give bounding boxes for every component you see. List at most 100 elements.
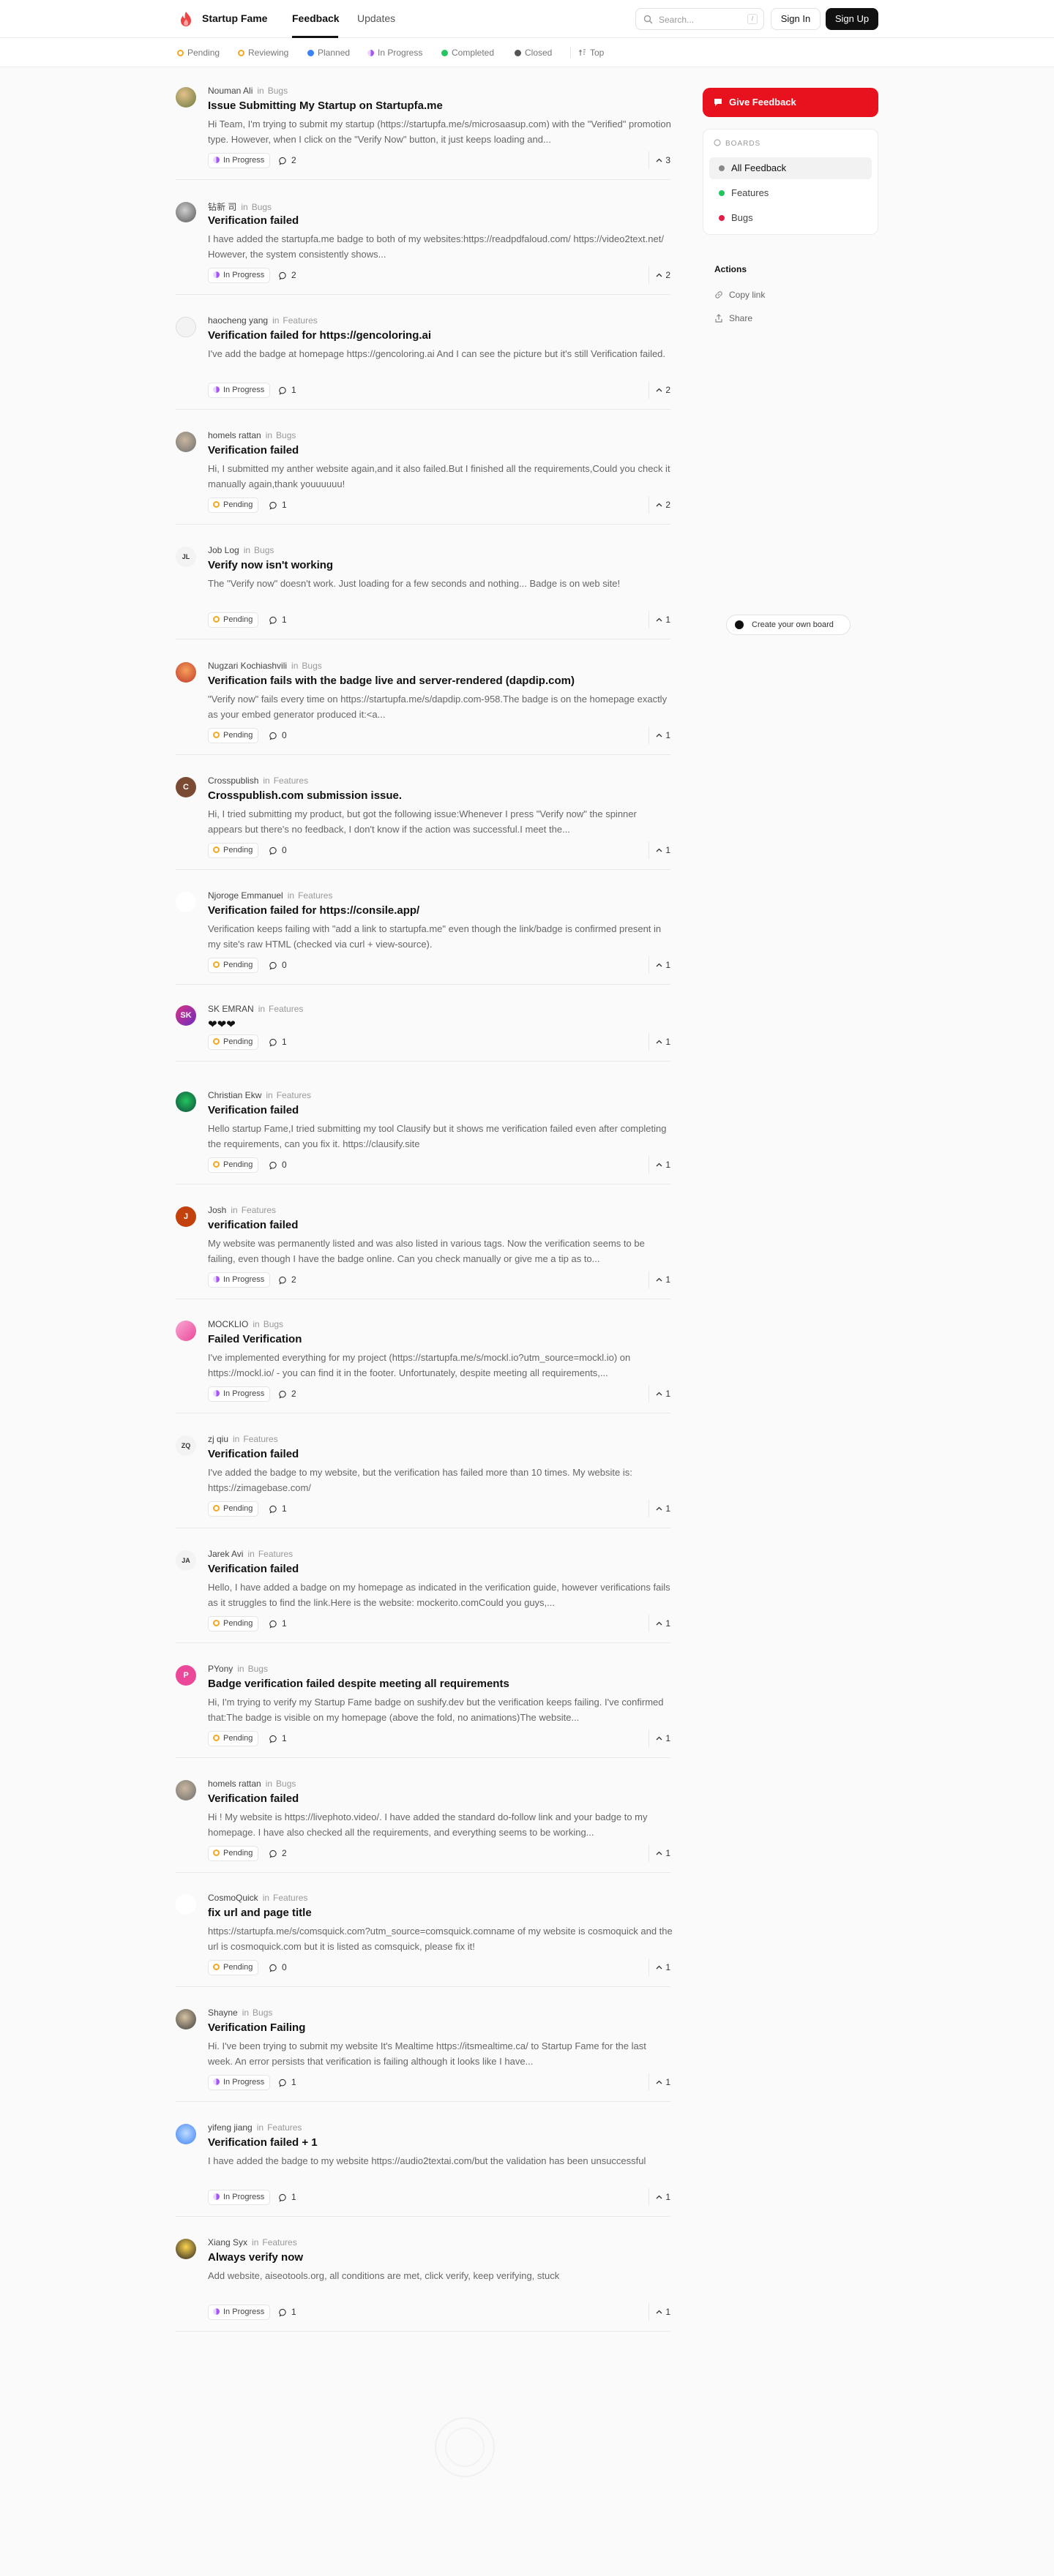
post-title[interactable]: Verification failed — [208, 1448, 299, 1460]
feedback-post[interactable]: C Crosspublish in Features Crosspublish.com … — [176, 776, 670, 870]
avatar[interactable] — [176, 892, 196, 912]
feedback-post[interactable]: Christian Ekw in Features Verification fail… — [176, 1090, 670, 1184]
avatar[interactable]: ZQ — [176, 1435, 196, 1456]
upvote-button[interactable]: 1 — [649, 956, 670, 974]
post-board[interactable]: Features — [273, 1893, 307, 1903]
sign-in-button[interactable]: Sign In — [771, 8, 821, 30]
post-board[interactable]: Bugs — [276, 430, 296, 440]
feedback-post[interactable]: 钻新 司 in Bugs Verification failed I have adde… — [176, 200, 670, 295]
board-features[interactable]: Features — [709, 182, 872, 204]
post-board[interactable]: Bugs — [248, 1664, 268, 1674]
upvote-button[interactable]: 1 — [649, 2073, 670, 2091]
comment-count[interactable]: 1 — [269, 1618, 287, 1629]
upvote-button[interactable]: 1 — [649, 1959, 670, 1976]
upvote-button[interactable]: 1 — [649, 1271, 670, 1288]
upvote-button[interactable]: 1 — [649, 2188, 670, 2206]
feedback-post[interactable]: Shayne in Bugs Verification Failing Hi. I've… — [176, 2008, 670, 2102]
comment-count[interactable]: 2 — [279, 1389, 296, 1399]
post-board[interactable]: Features — [262, 2237, 296, 2248]
comment-count[interactable]: 0 — [269, 730, 287, 740]
upvote-button[interactable]: 1 — [649, 1844, 670, 1862]
filter-pending[interactable]: Pending — [177, 48, 220, 58]
sort-top[interactable]: Top — [579, 48, 604, 58]
post-author[interactable]: Nugzari Kochiashvili — [208, 661, 287, 671]
post-title[interactable]: verification failed — [208, 1219, 298, 1231]
comment-count[interactable]: 1 — [279, 385, 296, 395]
feedback-post[interactable]: yifeng jiang in Features Verification faile… — [176, 2122, 670, 2217]
avatar[interactable]: JL — [176, 547, 196, 567]
feedback-post[interactable]: homels rattan in Bugs Verification failed Hi… — [176, 430, 670, 525]
nav-feedback-tab[interactable]: Feedback — [292, 12, 340, 24]
avatar[interactable] — [176, 202, 196, 222]
post-author[interactable]: Jarek Avi — [208, 1549, 243, 1559]
post-title[interactable]: Verification failed — [208, 444, 299, 457]
upvote-button[interactable]: 1 — [649, 1156, 670, 1174]
post-author[interactable]: homels rattan — [208, 430, 261, 440]
nav-updates-tab[interactable]: Updates — [357, 12, 395, 24]
feedback-post[interactable]: Nugzari Kochiashvili in Bugs Verification f… — [176, 661, 670, 755]
comment-count[interactable]: 1 — [269, 1503, 287, 1514]
post-title[interactable]: Verification failed — [208, 1563, 299, 1575]
post-author[interactable]: Xiang Syx — [208, 2237, 247, 2248]
post-title[interactable]: Verification failed — [208, 214, 299, 227]
post-author[interactable]: zj qiu — [208, 1434, 228, 1444]
feedback-post[interactable]: CosmoQuick in Features fix url and page tit… — [176, 1893, 673, 1987]
feedback-post[interactable]: J Josh in Features verification failed My web… — [176, 1205, 670, 1299]
sign-up-button[interactable]: Sign Up — [826, 8, 878, 30]
post-title[interactable]: Verification failed — [208, 1792, 299, 1805]
feedback-post[interactable]: ZQ zj qiu in Features Verification failed I'v… — [176, 1434, 670, 1528]
avatar[interactable]: SK — [176, 1005, 196, 1026]
post-title[interactable]: ❤❤❤ — [208, 1018, 236, 1031]
avatar[interactable] — [176, 2124, 196, 2144]
post-board[interactable]: Features — [283, 315, 317, 326]
avatar[interactable]: C — [176, 777, 196, 797]
avatar[interactable] — [176, 2009, 196, 2029]
post-board[interactable]: Features — [274, 776, 308, 786]
feedback-post[interactable]: MOCKLIO in Bugs Failed Verification I've imp… — [176, 1319, 670, 1413]
post-author[interactable]: Shayne — [208, 2008, 238, 2018]
comment-count[interactable]: 1 — [279, 2077, 296, 2087]
post-title[interactable]: Verification Failing — [208, 2021, 305, 2034]
upvote-button[interactable]: 1 — [649, 1730, 670, 1747]
post-board[interactable]: Bugs — [253, 2008, 272, 2018]
brand-name[interactable]: Startup Fame — [202, 12, 267, 24]
post-board[interactable]: Features — [242, 1205, 276, 1215]
post-board[interactable]: Features — [267, 2122, 302, 2133]
post-title[interactable]: Crosspublish.com submission issue. — [208, 789, 402, 802]
feedback-post[interactable]: JL Job Log in Bugs Verify now isn't working T… — [176, 545, 670, 639]
upvote-button[interactable]: 1 — [649, 611, 670, 628]
post-board[interactable]: Features — [269, 1004, 303, 1014]
post-board[interactable]: Features — [243, 1434, 277, 1444]
post-title[interactable]: Issue Submitting My Startup on Startupfa… — [208, 99, 443, 112]
comment-count[interactable]: 2 — [279, 270, 296, 280]
post-title[interactable]: Verification failed for https://consile.… — [208, 904, 419, 917]
avatar[interactable]: P — [176, 1665, 196, 1686]
post-author[interactable]: Crosspublish — [208, 776, 258, 786]
comment-count[interactable]: 0 — [269, 1160, 287, 1170]
post-board[interactable]: Bugs — [302, 661, 321, 671]
post-title[interactable]: fix url and page title — [208, 1907, 312, 1919]
comment-count[interactable]: 0 — [269, 960, 287, 970]
comment-count[interactable]: 0 — [269, 845, 287, 855]
post-title[interactable]: Badge verification failed despite meetin… — [208, 1678, 509, 1690]
upvote-button[interactable]: 1 — [649, 1500, 670, 1517]
post-author[interactable]: SK EMRAN — [208, 1004, 254, 1014]
avatar[interactable] — [176, 1894, 196, 1915]
give-feedback-button[interactable]: Give Feedback — [703, 88, 878, 117]
comment-count[interactable]: 2 — [279, 1274, 296, 1285]
avatar[interactable] — [176, 87, 196, 108]
upvote-button[interactable]: 1 — [649, 1033, 670, 1051]
comment-count[interactable]: 1 — [269, 1037, 287, 1047]
avatar[interactable]: JA — [176, 1550, 196, 1571]
comment-count[interactable]: 2 — [269, 1848, 287, 1858]
post-author[interactable]: yifeng jiang — [208, 2122, 253, 2133]
post-board[interactable]: Bugs — [264, 1319, 283, 1329]
post-author[interactable]: homels rattan — [208, 1779, 261, 1789]
upvote-button[interactable]: 2 — [649, 266, 670, 284]
post-author[interactable]: CosmoQuick — [208, 1893, 258, 1903]
feedback-post[interactable]: SK SK EMRAN in Features ❤❤❤ Pending 1 1 — [176, 1004, 670, 1062]
feedback-post[interactable]: Njoroge Emmanuel in Features Verification f… — [176, 890, 670, 985]
comment-count[interactable]: 1 — [269, 615, 287, 625]
post-author[interactable]: haocheng yang — [208, 315, 268, 326]
board-bugs[interactable]: Bugs — [709, 207, 872, 229]
